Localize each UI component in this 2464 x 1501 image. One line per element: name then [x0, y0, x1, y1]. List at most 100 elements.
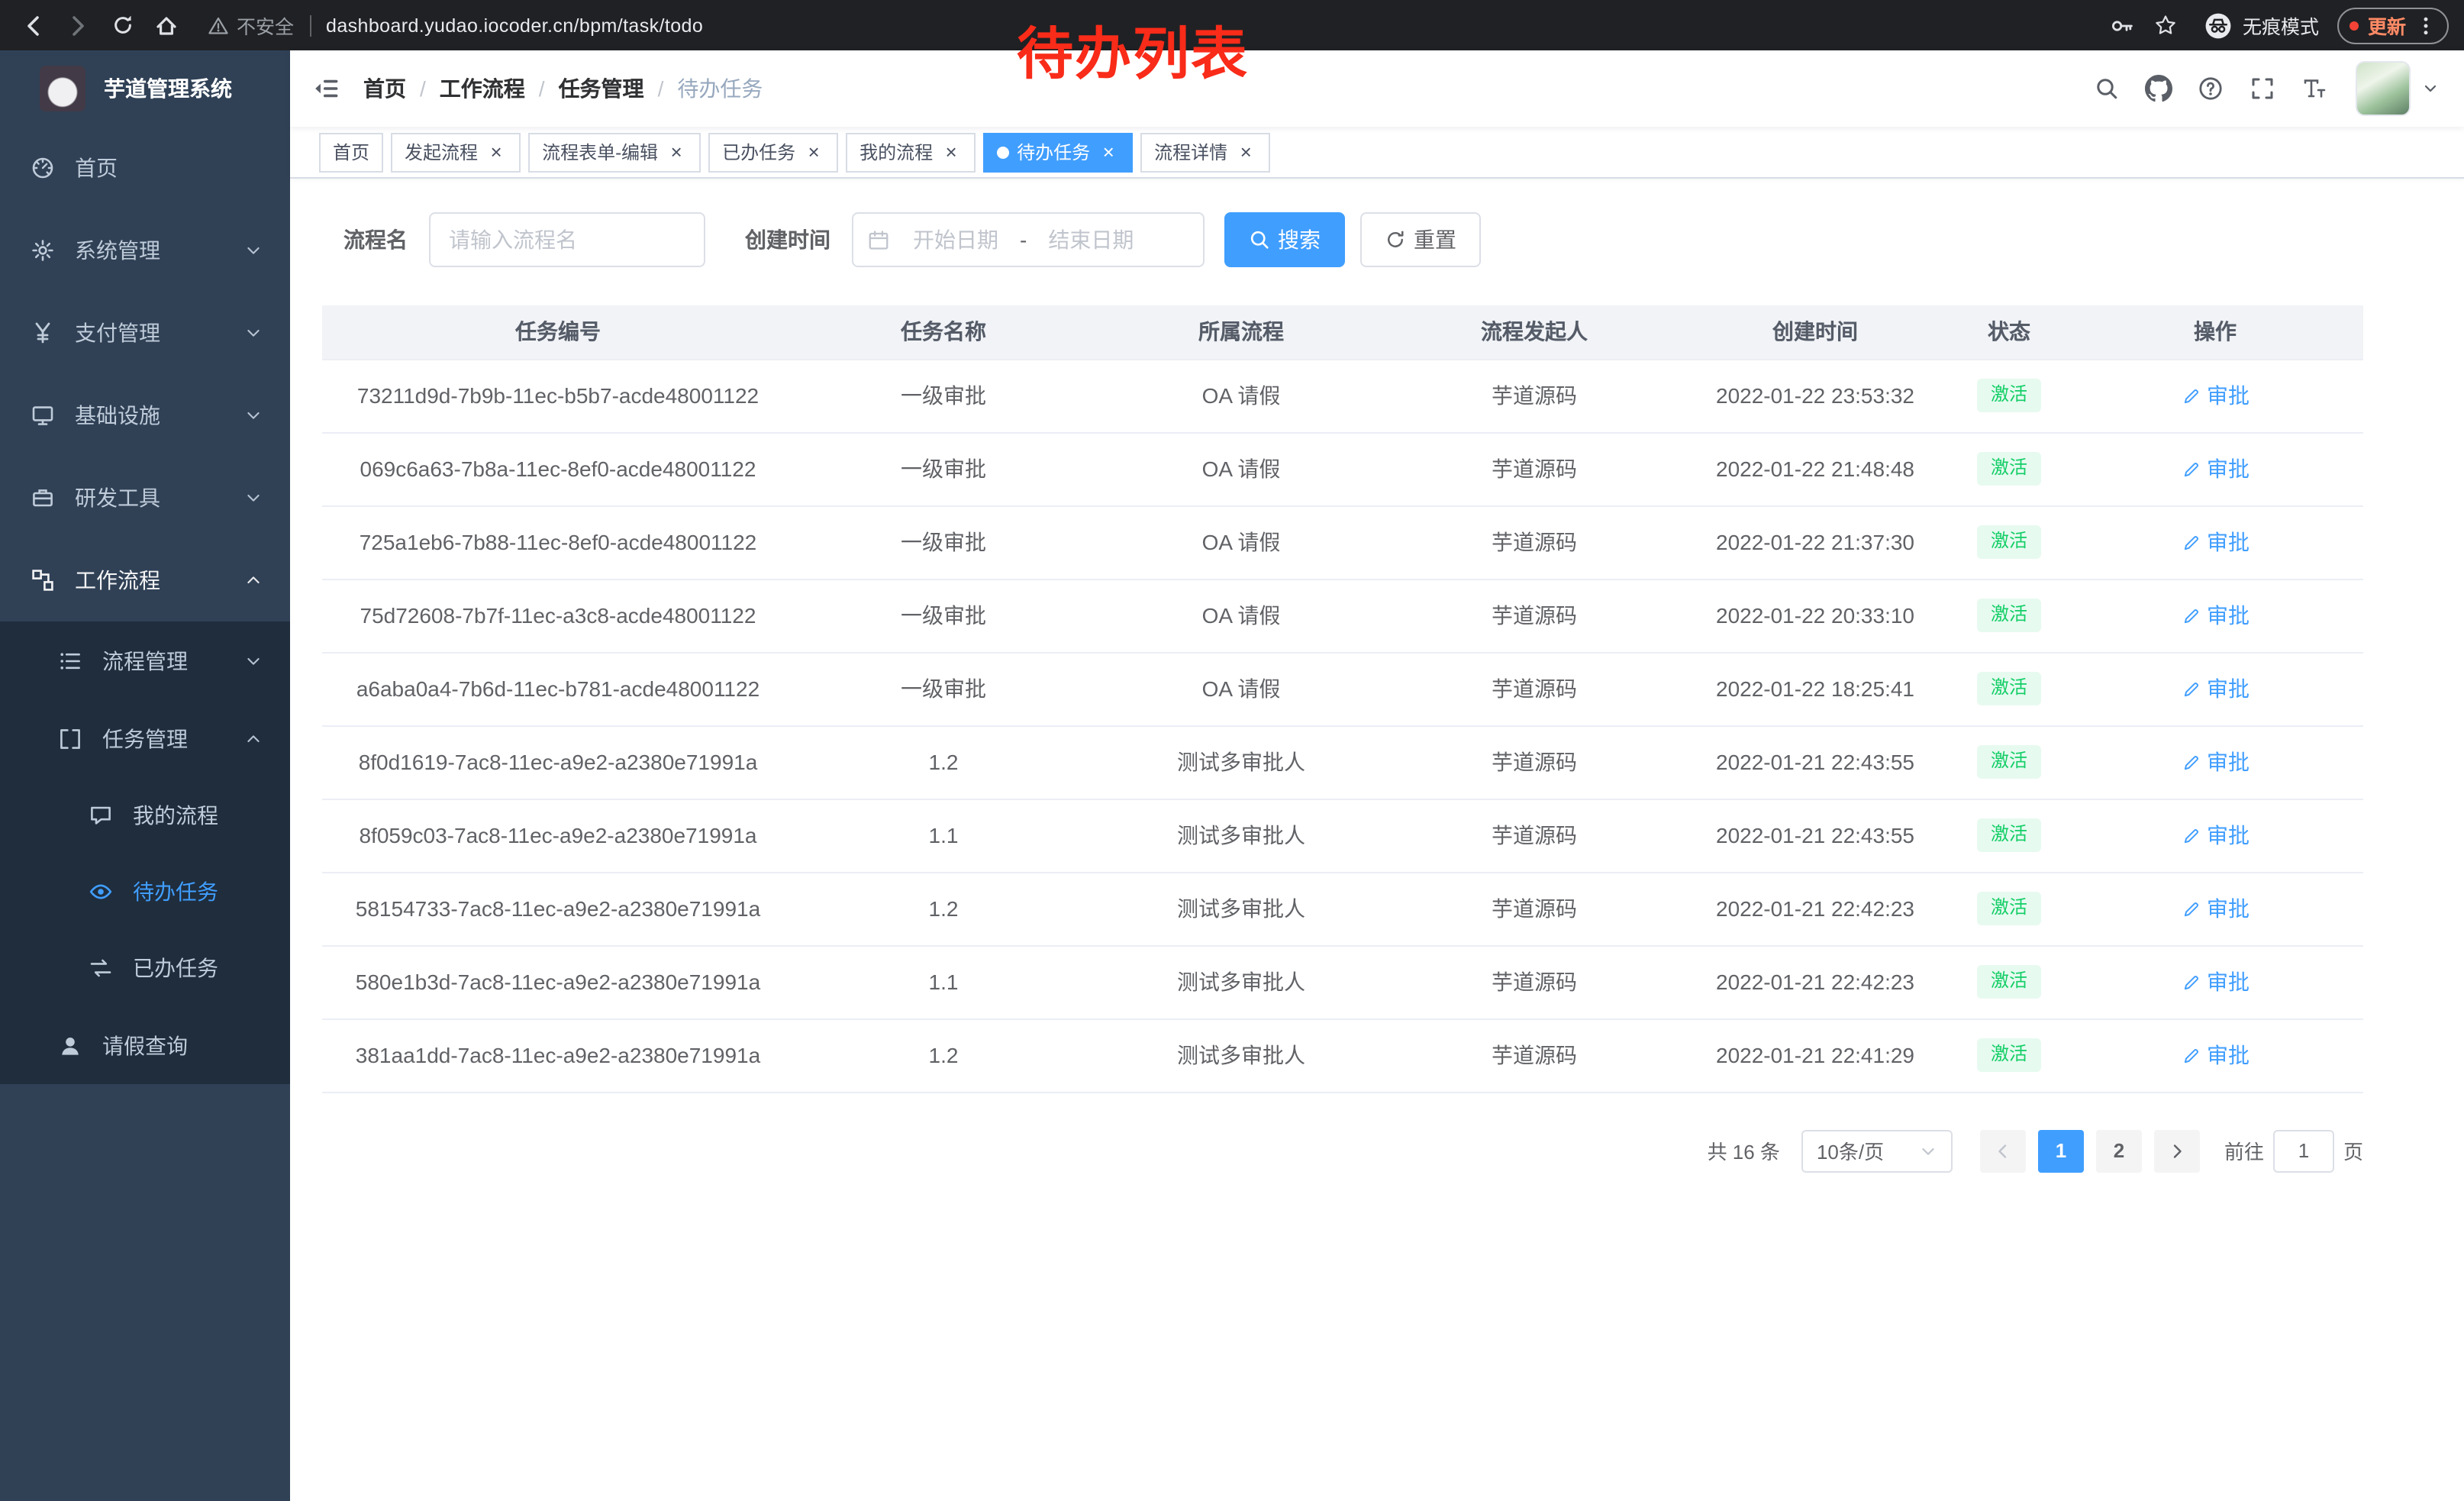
page-button-2[interactable]: 2: [2096, 1129, 2142, 1172]
cell-process: OA 请假: [1093, 432, 1389, 505]
cell-task-id: 75d72608-7b7f-11ec-a3c8-acde48001122: [322, 579, 794, 652]
column-header: 状态: [1951, 305, 2067, 359]
sidebar-item-done-task[interactable]: 已办任务: [0, 930, 290, 1006]
github-button[interactable]: [2136, 66, 2182, 111]
date-range-picker[interactable]: -: [852, 212, 1205, 267]
close-icon[interactable]: ×: [803, 141, 824, 163]
user-avatar[interactable]: [2356, 61, 2411, 116]
reset-button[interactable]: 重置: [1360, 212, 1481, 267]
breadcrumb-item[interactable]: 首页: [363, 73, 406, 104]
sidebar-item-leave-query[interactable]: 请假查询: [0, 1006, 290, 1084]
page-size-select[interactable]: 10条/页: [1801, 1129, 1953, 1172]
chevron-down-icon: [244, 241, 263, 260]
sidebar-item-process-mgmt[interactable]: 流程管理: [0, 621, 290, 699]
approve-link[interactable]: 审批: [2181, 893, 2250, 924]
next-page-button[interactable]: [2154, 1129, 2200, 1172]
address-bar[interactable]: 不安全 dashboard.yudao.iocoder.cn/bpm/task/…: [208, 11, 2088, 40]
search-button[interactable]: 搜索: [1224, 212, 1345, 267]
total-count: 共 16 条: [1708, 1136, 1780, 1165]
edit-icon: [2181, 459, 2201, 479]
breadcrumb-separator: /: [539, 76, 545, 101]
edit-icon: [2181, 679, 2201, 699]
approve-link[interactable]: 审批: [2181, 527, 2250, 557]
sidebar-item-system[interactable]: 系统管理: [0, 209, 290, 292]
start-date-input[interactable]: [893, 228, 1018, 252]
fullscreen-button[interactable]: [2240, 66, 2285, 111]
edit-icon: [2181, 532, 2201, 552]
approve-link[interactable]: 审批: [2181, 380, 2250, 411]
cell-created: 2022-01-22 23:53:32: [1679, 359, 1951, 432]
workflow-icon: [31, 568, 55, 592]
process-name-input[interactable]: [429, 212, 705, 267]
close-icon[interactable]: ×: [940, 141, 962, 163]
forward-icon[interactable]: [60, 7, 96, 44]
sidebar-item-my-process[interactable]: 我的流程: [0, 777, 290, 854]
infra-icon: [31, 403, 55, 428]
reload-icon[interactable]: [104, 7, 140, 44]
header-search-button[interactable]: [2084, 66, 2130, 111]
cell-created: 2022-01-22 21:37:30: [1679, 505, 1951, 579]
approve-link[interactable]: 审批: [2181, 454, 2250, 484]
prev-page-button[interactable]: [1980, 1129, 2026, 1172]
sidebar-item-devtools[interactable]: 研发工具: [0, 457, 290, 539]
tab-2[interactable]: 流程表单-编辑 ×: [528, 132, 701, 172]
breadcrumb-item[interactable]: 工作流程: [440, 73, 525, 104]
breadcrumb-item[interactable]: 任务管理: [559, 73, 644, 104]
sidebar-item-todo-task[interactable]: 待办任务: [0, 854, 290, 930]
back-icon[interactable]: [15, 7, 52, 44]
notification-dot: [2350, 21, 2359, 30]
tab-4[interactable]: 我的流程 ×: [846, 132, 976, 172]
cell-created: 2022-01-21 22:42:23: [1679, 945, 1951, 1018]
help-button[interactable]: [2188, 66, 2233, 111]
approve-link[interactable]: 审批: [2181, 747, 2250, 777]
close-icon[interactable]: ×: [1235, 141, 1256, 163]
update-button[interactable]: 更新: [2337, 7, 2449, 44]
cell-created: 2022-01-21 22:42:23: [1679, 872, 1951, 945]
tab-6[interactable]: 流程详情 ×: [1140, 132, 1270, 172]
cell-process: 测试多审批人: [1093, 1018, 1389, 1092]
font-size-button[interactable]: [2291, 66, 2337, 111]
cell-task-name: 1.2: [794, 725, 1093, 799]
key-icon[interactable]: [2104, 7, 2140, 44]
close-icon[interactable]: ×: [485, 141, 507, 163]
cell-process: 测试多审批人: [1093, 799, 1389, 872]
logo-avatar: [40, 66, 85, 111]
approve-link[interactable]: 审批: [2181, 820, 2250, 851]
end-date-input[interactable]: [1028, 228, 1153, 252]
sidebar-item-home[interactable]: 首页: [0, 127, 290, 209]
tab-0[interactable]: 首页: [319, 132, 383, 172]
cell-created: 2022-01-21 22:41:29: [1679, 1018, 1951, 1092]
bookmark-star-icon[interactable]: [2148, 7, 2185, 44]
tab-1[interactable]: 发起流程 ×: [391, 132, 521, 172]
close-icon[interactable]: ×: [1098, 141, 1119, 163]
task-table: 任务编号任务名称所属流程流程发起人创建时间状态操作 73211d9d-7b9b-…: [322, 305, 2363, 1093]
approve-link[interactable]: 审批: [2181, 967, 2250, 997]
chevron-up-icon: [244, 571, 263, 589]
approve-link[interactable]: 审批: [2181, 1040, 2250, 1070]
edit-icon: [2181, 386, 2201, 405]
home-icon[interactable]: [148, 7, 185, 44]
approve-link[interactable]: 审批: [2181, 673, 2250, 704]
goto-page-input[interactable]: [2273, 1129, 2334, 1172]
sidebar-toggle[interactable]: [290, 50, 363, 127]
page-button-1[interactable]: 1: [2038, 1129, 2084, 1172]
main-panel: 首页/工作流程/任务管理/待办任务 首页 发起流程 ×: [290, 50, 2464, 1501]
tab-3[interactable]: 已办任务 ×: [708, 132, 838, 172]
table-row: 75d72608-7b7f-11ec-a3c8-acde48001122 一级审…: [322, 579, 2363, 652]
table-row: a6aba0a4-7b6d-11ec-b781-acde48001122 一级审…: [322, 652, 2363, 725]
sidebar-item-task-mgmt[interactable]: 任务管理: [0, 699, 290, 777]
approve-link[interactable]: 审批: [2181, 600, 2250, 631]
avatar-caret-icon[interactable]: [2421, 79, 2440, 98]
tab-5[interactable]: 待办任务 ×: [983, 132, 1133, 172]
sidebar-item-infra[interactable]: 基础设施: [0, 374, 290, 457]
cell-task-id: 58154733-7ac8-11ec-a9e2-a2380e71991a: [322, 872, 794, 945]
sidebar-item-workflow[interactable]: 工作流程: [0, 539, 290, 621]
browser-menu-icon[interactable]: [2415, 15, 2437, 36]
close-icon[interactable]: ×: [666, 141, 687, 163]
cell-created: 2022-01-22 21:48:48: [1679, 432, 1951, 505]
sidebar-item-payment[interactable]: 支付管理: [0, 292, 290, 374]
security-warning[interactable]: 不安全: [208, 11, 294, 40]
chevron-down-icon: [244, 324, 263, 342]
cell-task-name: 1.1: [794, 799, 1093, 872]
process-name-label: 流程名: [343, 224, 408, 255]
